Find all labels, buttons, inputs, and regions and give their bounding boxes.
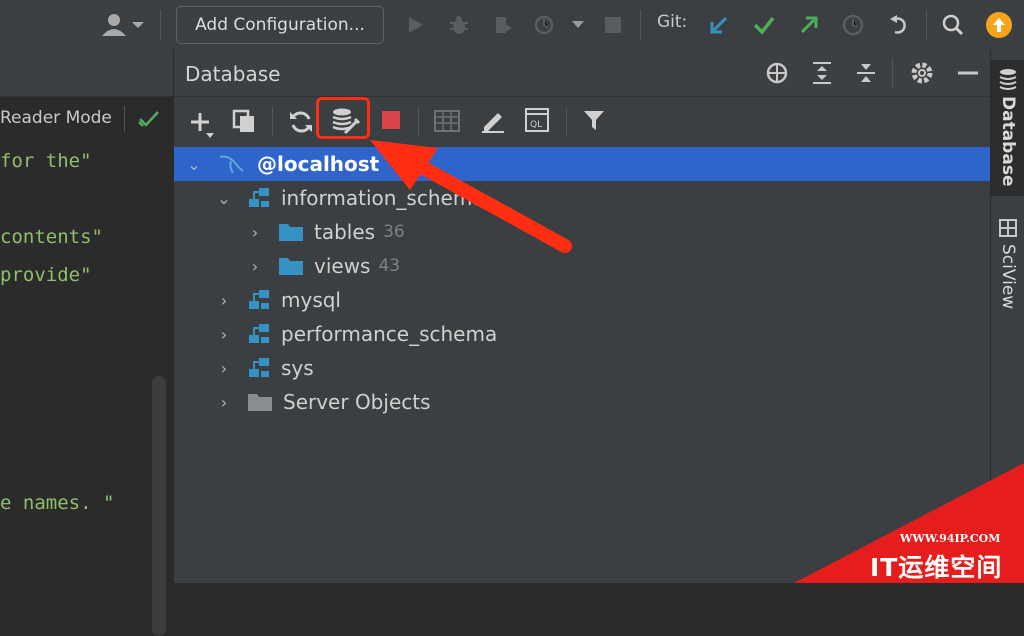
sciview-grid-icon bbox=[998, 218, 1018, 238]
editor-scrollbar[interactable] bbox=[152, 376, 166, 636]
tree-row-sys[interactable]: › sys bbox=[174, 351, 990, 385]
filter-icon[interactable] bbox=[582, 108, 606, 132]
profile-run-icon[interactable] bbox=[532, 12, 558, 38]
gear-icon[interactable] bbox=[910, 61, 934, 85]
user-profile-icon[interactable] bbox=[100, 12, 144, 38]
inspection-ok-check-icon[interactable] bbox=[138, 110, 160, 128]
annotation-arrow bbox=[370, 140, 572, 253]
database-icon bbox=[998, 68, 1018, 90]
coverage-icon[interactable] bbox=[490, 12, 516, 38]
tree-row-tables[interactable]: › tables 36 bbox=[174, 215, 990, 249]
debug-icon[interactable] bbox=[446, 12, 472, 38]
editor-separator bbox=[124, 106, 125, 132]
schema-icon bbox=[247, 357, 271, 379]
chevron-down-icon[interactable]: ⌄ bbox=[215, 189, 233, 208]
search-icon[interactable] bbox=[940, 12, 966, 38]
tree-row-performance-schema[interactable]: › performance_schema bbox=[174, 317, 990, 351]
tree-row-localhost[interactable]: ⌄ @localhost bbox=[174, 147, 990, 181]
tree-label: performance_schema bbox=[281, 322, 498, 346]
toolbar-separator bbox=[272, 107, 273, 137]
item-count: 43 bbox=[378, 256, 401, 276]
panel-title: Database bbox=[185, 62, 281, 86]
tree-row-mysql[interactable]: › mysql bbox=[174, 283, 990, 317]
git-push-icon[interactable] bbox=[796, 12, 822, 38]
watermark-brand: IT运维空间 bbox=[870, 553, 1003, 582]
minimize-icon[interactable] bbox=[956, 61, 980, 85]
locate-crosshair-icon[interactable] bbox=[765, 61, 789, 85]
chevron-down-icon[interactable]: ⌄ bbox=[185, 155, 203, 174]
run-icon[interactable] bbox=[402, 12, 428, 38]
update-available-icon[interactable] bbox=[984, 10, 1014, 40]
chevron-down-icon[interactable] bbox=[568, 14, 588, 36]
folder-icon bbox=[247, 392, 273, 412]
tree-label: mysql bbox=[281, 288, 341, 312]
code-line: contents" bbox=[0, 226, 103, 248]
database-toolbar: QL bbox=[174, 97, 990, 147]
code-line: for the" bbox=[0, 150, 92, 172]
stripe-label: Database bbox=[998, 96, 1018, 187]
code-line: provide" bbox=[0, 264, 92, 286]
tree-label: Server Objects bbox=[283, 390, 431, 414]
toolbar-separator bbox=[926, 10, 927, 40]
code-line: e names. " bbox=[0, 492, 115, 514]
expand-all-icon[interactable] bbox=[810, 61, 834, 85]
tree-row-views[interactable]: › views 43 bbox=[174, 249, 990, 283]
folder-icon bbox=[278, 222, 304, 242]
duplicate-icon[interactable] bbox=[232, 109, 256, 133]
chevron-right-icon[interactable]: › bbox=[215, 393, 233, 412]
stripe-tab-sciview[interactable]: SciView bbox=[991, 218, 1024, 309]
watermark-url: WWW.94IP.COM bbox=[900, 532, 1001, 545]
stripe-label: SciView bbox=[998, 244, 1018, 310]
code-editor: Reader Mode for the" contents" provide" … bbox=[0, 50, 173, 636]
collapse-all-icon[interactable] bbox=[854, 61, 878, 85]
editor-tab-bar bbox=[0, 50, 173, 97]
reader-mode-toggle[interactable]: Reader Mode bbox=[0, 108, 112, 128]
add-plus-icon[interactable] bbox=[190, 111, 218, 139]
stop-icon[interactable] bbox=[600, 12, 626, 38]
schema-icon bbox=[247, 289, 271, 311]
git-label: Git: bbox=[657, 12, 688, 32]
toolbar-separator bbox=[160, 10, 161, 40]
toolbar-separator bbox=[640, 10, 641, 40]
chevron-right-icon[interactable]: › bbox=[215, 325, 233, 344]
chevron-right-icon[interactable]: › bbox=[246, 257, 264, 276]
git-commit-check-icon[interactable] bbox=[750, 12, 778, 38]
git-update-icon[interactable] bbox=[706, 12, 732, 38]
chevron-right-icon[interactable]: › bbox=[246, 223, 264, 242]
stop-icon[interactable] bbox=[381, 110, 401, 130]
folder-icon bbox=[278, 256, 304, 276]
refresh-icon[interactable] bbox=[288, 109, 314, 135]
add-configuration-button[interactable]: Add Configuration... bbox=[176, 6, 384, 44]
database-header: Database bbox=[174, 50, 990, 97]
schema-icon bbox=[247, 187, 271, 209]
chevron-right-icon[interactable]: › bbox=[215, 359, 233, 378]
history-clock-icon[interactable] bbox=[840, 12, 866, 38]
tree-label: sys bbox=[281, 356, 314, 380]
header-separator bbox=[892, 58, 893, 88]
mysql-dolphin-icon bbox=[217, 153, 245, 175]
main-toolbar: Add Configuration... Git: bbox=[0, 0, 1024, 51]
chevron-right-icon[interactable]: › bbox=[215, 291, 233, 310]
schema-icon bbox=[247, 323, 271, 345]
tree-row-server-objects[interactable]: › Server Objects bbox=[174, 385, 990, 419]
tree-row-information-schema[interactable]: ⌄ information_schema bbox=[174, 181, 990, 215]
rollback-icon[interactable] bbox=[886, 12, 912, 38]
stripe-tab-database[interactable]: Database bbox=[991, 60, 1024, 196]
